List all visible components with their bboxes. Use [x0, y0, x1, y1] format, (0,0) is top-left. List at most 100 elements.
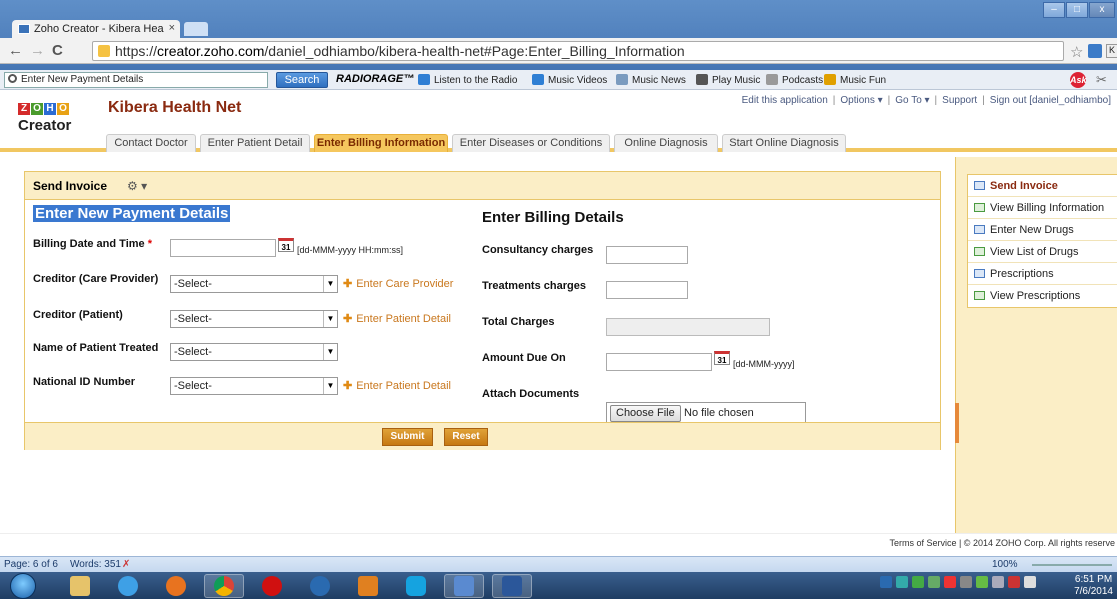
- toolbar-item-play[interactable]: Play Music: [696, 74, 760, 86]
- media-player-icon[interactable]: [300, 574, 340, 598]
- toolbar-search-input[interactable]: Enter New Payment Details: [4, 72, 268, 88]
- tray-icon[interactable]: [976, 576, 988, 588]
- sidebar-item-view-prescriptions[interactable]: View Prescriptions: [968, 285, 1117, 307]
- tray-icon[interactable]: [896, 576, 908, 588]
- creditor-care-select[interactable]: -Select- ▼: [170, 275, 338, 293]
- zoho-logo[interactable]: Z O H O Creator: [18, 103, 71, 134]
- radiorage-logo[interactable]: RADIORAGE™: [336, 73, 414, 85]
- minimize-button[interactable]: –: [1043, 2, 1065, 18]
- tab-enter-billing-information[interactable]: Enter Billing Information: [314, 134, 448, 152]
- amount-due-input[interactable]: [606, 353, 712, 371]
- forward-arrow-icon[interactable]: →: [30, 42, 45, 59]
- calendar-icon[interactable]: 31: [278, 238, 294, 252]
- toolbar-item-podcasts[interactable]: Podcasts: [766, 74, 823, 86]
- zoom-slider[interactable]: [1032, 564, 1112, 566]
- sidebar-item-enter-new-drugs[interactable]: Enter New Drugs: [968, 219, 1117, 241]
- options-menu[interactable]: Options ▾: [840, 95, 882, 106]
- add-patient-detail-link[interactable]: ✚ Enter Patient Detail: [343, 379, 451, 392]
- choose-file-button[interactable]: Choose File: [610, 405, 681, 422]
- app-window-icon[interactable]: [444, 574, 484, 598]
- tray-icon[interactable]: [928, 576, 940, 588]
- firefox-icon[interactable]: [156, 574, 196, 598]
- support-link[interactable]: Support: [942, 95, 977, 106]
- goto-menu[interactable]: Go To ▾: [895, 95, 929, 106]
- ask-icon[interactable]: Ask: [1070, 72, 1087, 88]
- sidebar-item-prescriptions[interactable]: Prescriptions: [968, 263, 1117, 285]
- clock[interactable]: 6:51 PM 7/6/2014: [1074, 574, 1113, 598]
- no-file-text: No file chosen: [684, 407, 754, 419]
- toolbar-search-button[interactable]: Search: [276, 72, 328, 88]
- sidebar: Send Invoice View Billing Information En…: [955, 157, 1117, 533]
- word-icon[interactable]: [492, 574, 532, 598]
- gear-icon[interactable]: ⚙ ▾: [127, 179, 147, 193]
- toolbar-item-fun[interactable]: Music Fun: [824, 74, 886, 86]
- tools-icon[interactable]: ✂: [1096, 72, 1107, 88]
- tab-enter-patient-detail[interactable]: Enter Patient Detail: [200, 134, 310, 152]
- network-icon[interactable]: [992, 576, 1004, 588]
- toolbar-item-label: Music News: [632, 75, 686, 86]
- sidebar-item-label: Prescriptions: [990, 268, 1054, 280]
- ie-icon[interactable]: [108, 574, 148, 598]
- billing-section-title: Enter Billing Details: [482, 209, 624, 226]
- extension-k-icon[interactable]: K: [1106, 44, 1117, 58]
- tray-icon[interactable]: [944, 576, 956, 588]
- opera-icon[interactable]: [252, 574, 292, 598]
- link-text: Enter Patient Detail: [356, 313, 451, 325]
- creditor-patient-label: Creditor (Patient): [33, 309, 123, 321]
- start-button[interactable]: [8, 572, 42, 599]
- toolbar-item-videos[interactable]: Music Videos: [532, 74, 607, 86]
- browser-tab[interactable]: Zoho Creator - Kibera Hea ×: [12, 20, 180, 38]
- date-format-hint: [dd-MMM-yyyy]: [733, 359, 795, 369]
- tab-online-diagnosis[interactable]: Online Diagnosis: [614, 134, 718, 152]
- sidebar-item-view-billing[interactable]: View Billing Information: [968, 197, 1117, 219]
- view-icon: [974, 291, 985, 300]
- zoom-level[interactable]: 100%: [992, 559, 1018, 570]
- back-arrow-icon[interactable]: ←: [8, 42, 23, 59]
- proofing-icon[interactable]: ✗: [122, 559, 130, 570]
- logo-letter: H: [44, 103, 56, 115]
- toolbar-item-news[interactable]: Music News: [616, 74, 686, 86]
- reset-button[interactable]: Reset: [444, 428, 488, 446]
- treatments-input[interactable]: [606, 281, 688, 299]
- reload-icon[interactable]: C: [52, 42, 63, 59]
- skype-icon[interactable]: [396, 574, 436, 598]
- national-id-label: National ID Number: [33, 376, 136, 388]
- outlook-icon[interactable]: [348, 574, 388, 598]
- explorer-icon[interactable]: [60, 574, 100, 598]
- bluetooth-icon[interactable]: [880, 576, 892, 588]
- windows-logo-icon: [10, 573, 36, 599]
- tab-contact-doctor[interactable]: Contact Doctor: [106, 134, 196, 152]
- tray-icon[interactable]: [912, 576, 924, 588]
- close-window-button[interactable]: x: [1089, 2, 1115, 18]
- toolbar-item-radio[interactable]: Listen to the Radio: [418, 74, 517, 86]
- sidebar-splitter[interactable]: [955, 403, 959, 443]
- submit-button[interactable]: Submit: [382, 428, 433, 446]
- chrome-icon[interactable]: [204, 574, 244, 598]
- maximize-button[interactable]: □: [1066, 2, 1088, 18]
- footer-text[interactable]: Terms of Service | © 2014 ZOHO Corp. All…: [889, 538, 1115, 548]
- bookmark-star-icon[interactable]: ☆: [1070, 43, 1083, 61]
- url-input[interactable]: https://creator.zoho.com/daniel_odhiambo…: [92, 41, 1064, 61]
- sidebar-item-send-invoice[interactable]: Send Invoice: [968, 175, 1117, 197]
- creditor-patient-select[interactable]: -Select- ▼: [170, 310, 338, 328]
- patient-treated-select[interactable]: -Select- ▼: [170, 343, 338, 361]
- calendar-icon[interactable]: 31: [714, 351, 730, 365]
- national-id-select[interactable]: -Select- ▼: [170, 377, 338, 395]
- edit-app-link[interactable]: Edit this application: [742, 95, 828, 106]
- new-tab-button[interactable]: [184, 22, 208, 36]
- signout-link[interactable]: Sign out [daniel_odhiambo]: [990, 95, 1111, 106]
- extension-icon[interactable]: [1088, 44, 1102, 58]
- consultancy-input[interactable]: [606, 246, 688, 264]
- tab-close-icon[interactable]: ×: [169, 22, 175, 34]
- page-count[interactable]: Page: 6 of 6: [4, 559, 58, 570]
- add-patient-detail-link[interactable]: ✚ Enter Patient Detail: [343, 312, 451, 325]
- sidebar-item-view-drugs[interactable]: View List of Drugs: [968, 241, 1117, 263]
- add-care-provider-link[interactable]: ✚ Enter Care Provider: [343, 277, 453, 290]
- tray-icon[interactable]: [1008, 576, 1020, 588]
- volume-icon[interactable]: [1024, 576, 1036, 588]
- tab-enter-diseases[interactable]: Enter Diseases or Conditions: [452, 134, 610, 152]
- billing-date-input[interactable]: [170, 239, 276, 257]
- tray-icon[interactable]: [960, 576, 972, 588]
- word-count[interactable]: Words: 351: [70, 559, 121, 570]
- tab-start-online-diagnosis[interactable]: Start Online Diagnosis: [722, 134, 846, 152]
